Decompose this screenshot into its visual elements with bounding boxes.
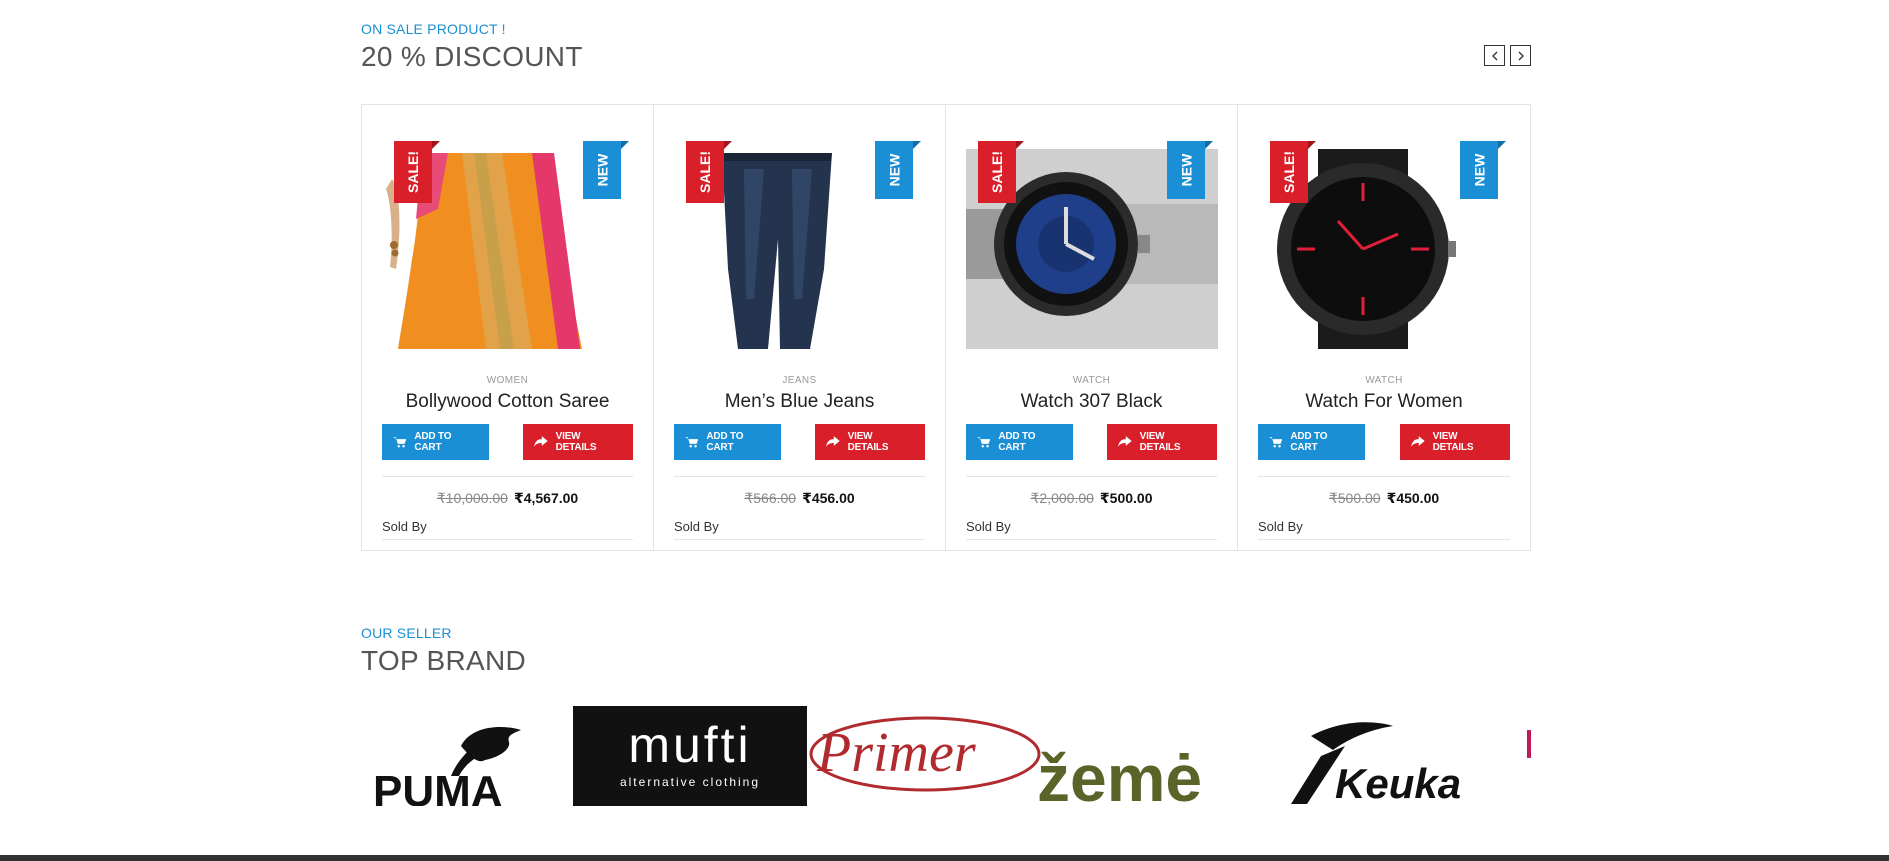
sale-badge: SALE! [686, 141, 732, 203]
sold-by: Sold By [382, 519, 633, 540]
old-price: ₹10,000.00 [436, 490, 508, 506]
share-arrow-icon [534, 436, 548, 447]
share-arrow-icon [1411, 436, 1425, 447]
brand-logo-puma[interactable]: PUMA [361, 706, 537, 806]
carousel-prev-button[interactable] [1484, 45, 1505, 66]
view-details-button[interactable]: VIEW DETAILS [1107, 424, 1217, 460]
sale-badge: SALE! [394, 141, 440, 203]
view-details-button[interactable]: VIEW DETAILS [523, 424, 633, 460]
price-row: ₹10,000.00 ₹4,567.00 [362, 490, 653, 507]
add-to-cart-button[interactable]: ADD TO CART [966, 424, 1073, 460]
chevron-left-icon [1491, 51, 1497, 60]
sale-price: ₹4,567.00 [513, 490, 579, 506]
brand-logo-zeme[interactable]: žemė [1037, 706, 1233, 806]
cart-icon [685, 437, 699, 448]
add-to-cart-button[interactable]: ADD TO CART [674, 424, 781, 460]
product-actions: ADD TO CART VIEW DETAILS [966, 424, 1217, 460]
product-name[interactable]: Men’s Blue Jeans [654, 391, 945, 413]
footer-bar [0, 855, 1889, 861]
share-arrow-icon [1118, 436, 1132, 447]
product-card: SALE! NEW JEANS Men’s Blue Jeans ADD TO … [654, 105, 946, 550]
sale-price: ₹456.00 [802, 490, 855, 506]
divider [966, 476, 1217, 477]
svg-text:žemė: žemė [1037, 741, 1202, 806]
new-badge: NEW [583, 141, 629, 199]
product-card: SALE! NEW WOMEN Bollywood Cotton Saree A… [362, 105, 654, 550]
divider [674, 476, 925, 477]
sale-price: ₹450.00 [1386, 490, 1440, 506]
brand-logo-primer[interactable]: Primer [807, 706, 1043, 806]
view-details-button[interactable]: VIEW DETAILS [1400, 424, 1510, 460]
sale-section: ON SALE PRODUCT ! 20 % DISCOUNT SALE! NE… [361, 20, 1531, 551]
add-to-cart-button[interactable]: ADD TO CART [1258, 424, 1365, 460]
product-actions: ADD TO CART VIEW DETAILS [674, 424, 925, 460]
add-to-cart-button[interactable]: ADD TO CART [382, 424, 489, 460]
product-card: SALE! NEW WATCH Watch 307 Black ADD TO C… [946, 105, 1238, 550]
new-badge: NEW [1460, 141, 1506, 199]
section-title: TOP BRAND [361, 645, 527, 676]
product-card: SALE! NEW WATCH Watch For Women ADD TO C… [1238, 105, 1530, 550]
old-price: ₹500.00 [1328, 490, 1381, 506]
sold-by: Sold By [674, 519, 925, 540]
product-actions: ADD TO CART VIEW DETAILS [1258, 424, 1510, 460]
price-row: ₹2,000.00 ₹500.00 [946, 490, 1237, 507]
sold-by: Sold By [966, 519, 1217, 540]
price-row: ₹566.00 ₹456.00 [654, 490, 945, 507]
carousel-nav [1484, 45, 1531, 66]
product-actions: ADD TO CART VIEW DETAILS [382, 424, 633, 460]
view-details-button[interactable]: VIEW DETAILS [815, 424, 925, 460]
product-name[interactable]: Watch 307 Black [946, 391, 1237, 413]
product-category: WOMEN [486, 375, 529, 386]
chevron-right-icon [1518, 51, 1524, 60]
sale-price: ₹500.00 [1099, 490, 1153, 506]
brand-logo-mufti[interactable]: mufti alternative clothing [573, 706, 807, 806]
cart-icon [393, 437, 407, 448]
old-price: ₹2,000.00 [1030, 490, 1094, 506]
new-badge: NEW [1167, 141, 1213, 199]
brand-logo-partial [1527, 730, 1531, 758]
share-arrow-icon [826, 436, 840, 447]
svg-text:Keuka: Keuka [1335, 760, 1461, 806]
cart-icon [1269, 437, 1283, 448]
section-eyebrow: ON SALE PRODUCT ! [361, 21, 506, 37]
old-price: ₹566.00 [744, 490, 797, 506]
svg-text:PUMA: PUMA [373, 767, 503, 806]
new-badge: NEW [875, 141, 921, 199]
sale-badge: SALE! [1270, 141, 1316, 203]
carousel-next-button[interactable] [1510, 45, 1531, 66]
brand-section: OUR SELLER TOP BRAND PUMA mufti alternat… [361, 624, 1531, 806]
product-category: WATCH [1365, 375, 1403, 386]
sale-badge: SALE! [978, 141, 1024, 203]
divider [1258, 476, 1510, 477]
product-category: JEANS [782, 375, 817, 386]
product-name[interactable]: Bollywood Cotton Saree [362, 391, 653, 413]
brand-carousel: PUMA mufti alternative clothing Primer ž… [361, 706, 1531, 806]
sold-by: Sold By [1258, 519, 1510, 540]
svg-text:Primer: Primer [816, 722, 976, 784]
product-carousel: SALE! NEW WOMEN Bollywood Cotton Saree A… [361, 104, 1531, 551]
cart-icon [977, 437, 991, 448]
brand-logo-keuka[interactable]: Keuka [1281, 706, 1511, 806]
divider [382, 476, 633, 477]
price-row: ₹500.00 ₹450.00 [1238, 490, 1530, 507]
section-title: 20 % DISCOUNT [361, 41, 583, 72]
product-category: WATCH [1072, 375, 1111, 386]
section-eyebrow: OUR SELLER [361, 625, 452, 641]
product-name[interactable]: Watch For Women [1238, 391, 1530, 413]
